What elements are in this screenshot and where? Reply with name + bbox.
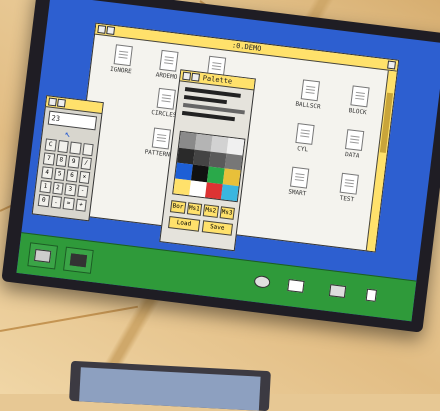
palette-icon[interactable]: [248, 269, 276, 294]
second-monitor-screen: [79, 367, 261, 411]
screen: :0.DEMO IGNORE ARDEMO CIRCLES PATTERNS B…: [16, 0, 440, 322]
calculator-key[interactable]: [56, 139, 69, 154]
calculator-key[interactable]: 0: [37, 194, 50, 208]
calculator-key[interactable]: 9: [67, 155, 80, 169]
calculator-display: 23: [47, 110, 98, 131]
calculator-key[interactable]: 8: [55, 153, 68, 168]
calculator-key[interactable]: -: [76, 184, 89, 198]
palette-title: Palette: [202, 74, 233, 86]
mouse-3-button[interactable]: Ms3: [219, 206, 235, 220]
calculator-key[interactable]: ×: [78, 170, 91, 184]
calculator-key[interactable]: 2: [51, 181, 64, 195]
calculator-key[interactable]: 5: [53, 167, 66, 181]
border-button[interactable]: Bor: [169, 200, 186, 214]
save-button[interactable]: Save: [201, 220, 233, 236]
calculator-key[interactable]: [81, 143, 94, 157]
calculator-key[interactable]: /: [80, 156, 92, 171]
file-icon[interactable]: DATA: [328, 127, 379, 162]
toggle-size-icon[interactable]: [387, 60, 396, 70]
calculator-keypad: C 7 8 9/ 4 5 6 × 1 2 3- 0. = +: [37, 138, 94, 212]
colour-swatch[interactable]: [220, 183, 239, 202]
mouse-pointer-icon: ↖: [64, 128, 72, 141]
file-icon[interactable]: SMART: [273, 165, 324, 200]
floppy-icon[interactable]: [63, 246, 94, 274]
file-icon[interactable]: CYL: [278, 121, 329, 156]
mouse-2-button[interactable]: Ms2: [202, 204, 219, 218]
back-icon[interactable]: [48, 97, 57, 107]
disc-drive-icon[interactable]: [27, 242, 59, 270]
back-icon[interactable]: [97, 24, 107, 34]
calculator-key[interactable]: 7: [42, 152, 55, 166]
palette-file-buttons: Load Save: [168, 216, 233, 236]
calculator-key[interactable]: [69, 141, 82, 155]
mouse-1-button[interactable]: Ms1: [186, 202, 203, 216]
tint-slider[interactable]: [181, 110, 235, 122]
close-icon[interactable]: [191, 72, 201, 82]
switcher-icon[interactable]: [357, 283, 385, 308]
monitor: :0.DEMO IGNORE ARDEMO CIRCLES PATTERNS B…: [1, 0, 440, 333]
calculator-key[interactable]: +: [74, 198, 87, 212]
colour-sliders[interactable]: [181, 87, 246, 126]
doc-icon[interactable]: [282, 273, 310, 298]
colour-swatches[interactable]: [172, 130, 246, 203]
calculator-key[interactable]: C: [44, 138, 57, 152]
calculator-key[interactable]: 1: [39, 180, 52, 194]
back-icon[interactable]: [182, 71, 192, 81]
calculator-key[interactable]: 6: [65, 169, 78, 183]
calculator-key[interactable]: .: [50, 195, 63, 209]
calculator-key[interactable]: =: [62, 197, 75, 211]
close-icon[interactable]: [106, 26, 116, 35]
filer-title: :0.DEMO: [231, 41, 262, 53]
printer-icon[interactable]: [323, 279, 351, 304]
file-icon[interactable]: BLOCK: [333, 83, 384, 118]
file-icon[interactable]: BALLSCR: [284, 77, 335, 112]
load-button[interactable]: Load: [168, 216, 200, 232]
file-icon[interactable]: TEST: [323, 171, 374, 206]
close-icon[interactable]: [56, 98, 66, 108]
calculator-key[interactable]: 4: [41, 166, 54, 180]
file-icon[interactable]: IGNORE: [97, 42, 148, 77]
calculator-key[interactable]: 3: [64, 183, 77, 197]
